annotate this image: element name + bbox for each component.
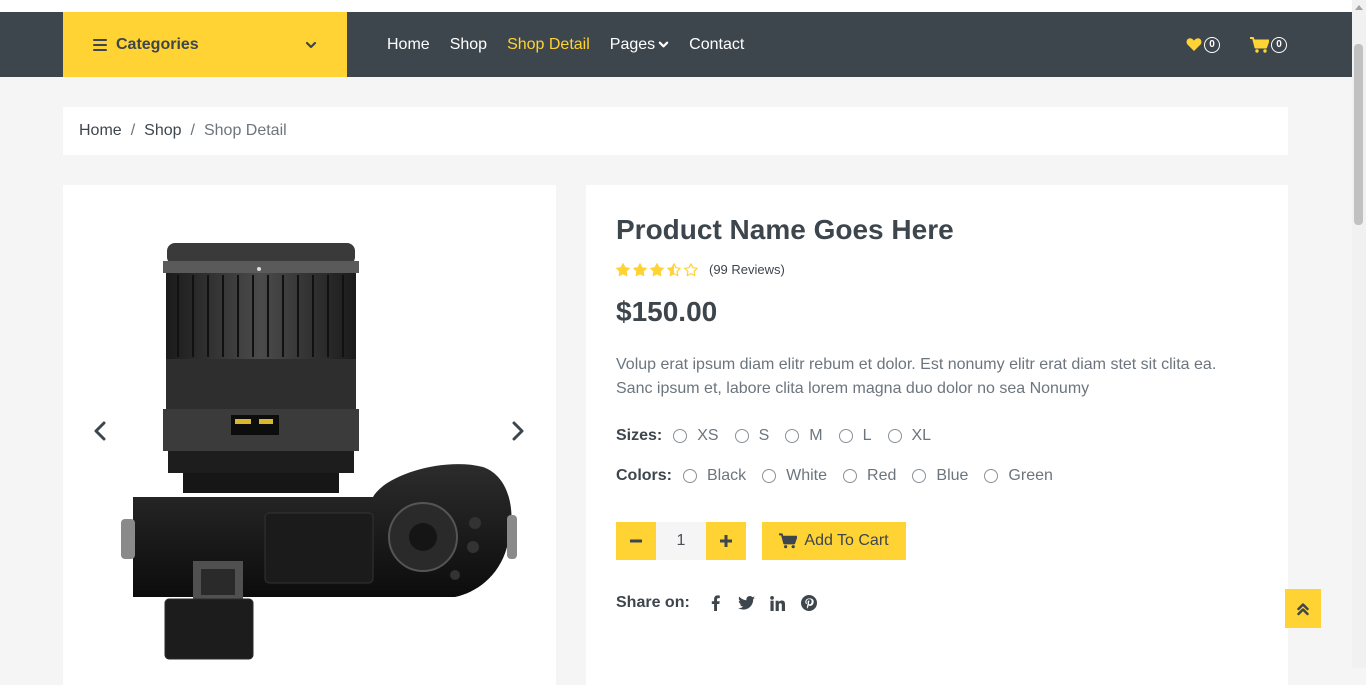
radio-button[interactable] <box>912 469 927 483</box>
linkedin-icon[interactable] <box>768 593 788 613</box>
color-option-blue[interactable]: Blue <box>912 467 968 485</box>
menu-bars-icon <box>93 38 107 51</box>
nav-contact[interactable]: Contact <box>689 36 744 54</box>
product-camera-image <box>121 243 517 660</box>
star-empty-icon <box>684 262 698 276</box>
size-option-l[interactable]: L <box>838 427 872 445</box>
sizes-label: Sizes: <box>616 427 663 444</box>
star-full-icon <box>650 262 664 276</box>
cart-count-badge: 0 <box>1271 36 1287 53</box>
review-count: (99 Reviews) <box>709 262 785 277</box>
radio-button[interactable] <box>887 429 902 443</box>
star-full-icon <box>633 262 647 276</box>
colors-label: Colors: <box>616 467 672 484</box>
breadcrumb-current: Shop Detail <box>203 122 287 139</box>
nav-shop-detail[interactable]: Shop Detail <box>507 36 590 54</box>
product-title: Product Name Goes Here <box>616 214 954 245</box>
size-option-label: XL <box>911 427 932 444</box>
color-option-black[interactable]: Black <box>683 467 746 485</box>
color-option-label: White <box>786 467 828 484</box>
radio-button[interactable] <box>673 429 688 443</box>
star-full-icon <box>616 262 630 276</box>
radio-button[interactable] <box>762 469 777 483</box>
main-nav: Home Shop Shop Detail Pages Contact <box>387 12 764 77</box>
wishlist-button[interactable]: 0 <box>1186 36 1220 53</box>
star-half-icon <box>667 262 681 276</box>
radio-button[interactable] <box>838 429 853 443</box>
chevron-down-icon <box>305 41 317 48</box>
radio-button[interactable] <box>683 469 697 483</box>
pinterest-icon[interactable] <box>799 593 819 613</box>
quantity-increase-button[interactable] <box>706 522 746 560</box>
double-chevron-up-icon <box>1297 602 1309 615</box>
shopping-cart-icon <box>779 533 798 549</box>
shopping-cart-icon <box>1250 36 1269 53</box>
add-to-cart-label: Add To Cart <box>804 532 889 549</box>
nav-pages[interactable]: Pages <box>610 36 669 54</box>
header-icons: 0 0 <box>1186 12 1287 77</box>
add-to-cart-button[interactable]: Add To Cart <box>762 522 906 560</box>
colors-row: Colors: Black White Red Blue Green <box>616 467 1069 485</box>
quantity-decrease-button[interactable] <box>616 522 656 560</box>
breadcrumb-home[interactable]: Home <box>79 122 122 140</box>
twitter-icon[interactable] <box>737 593 757 613</box>
product-description: Volup erat ipsum diam elitr rebum et dol… <box>616 356 1217 397</box>
chevron-down-icon <box>658 41 669 48</box>
share-label: Share on: <box>616 594 690 611</box>
product-rating: (99 Reviews) <box>616 262 785 277</box>
scroll-up-arrow-icon[interactable] <box>1352 0 1366 14</box>
color-option-label: Red <box>867 467 897 484</box>
wishlist-count-badge: 0 <box>1204 36 1220 53</box>
breadcrumb-separator: / <box>190 122 195 139</box>
back-to-top-button[interactable] <box>1285 589 1321 628</box>
product-image-card <box>63 185 556 685</box>
breadcrumb-separator: / <box>130 122 136 139</box>
radio-button[interactable] <box>734 429 749 443</box>
color-option-white[interactable]: White <box>762 467 827 485</box>
facebook-icon[interactable] <box>706 593 726 613</box>
breadcrumb: Home / Shop / Shop Detail <box>63 107 1288 155</box>
chevron-left-icon <box>94 421 106 441</box>
scrollbar-thumb[interactable] <box>1354 44 1363 225</box>
nav-pages-label: Pages <box>609 35 656 53</box>
size-option-label: S <box>758 427 770 444</box>
radio-button[interactable] <box>984 469 999 483</box>
breadcrumb-shop[interactable]: Shop <box>144 122 181 140</box>
radio-button[interactable] <box>785 429 800 443</box>
chevron-right-icon <box>512 421 524 441</box>
color-option-label: Black <box>707 467 747 484</box>
carousel-prev-button[interactable] <box>90 417 110 445</box>
product-price: $150.00 <box>616 296 718 327</box>
top-strip <box>0 0 1352 12</box>
categories-label: Categories <box>116 35 199 53</box>
plus-icon <box>720 535 732 547</box>
carousel-next-button[interactable] <box>508 417 528 445</box>
nav-home[interactable]: Home <box>387 36 430 54</box>
size-option-label: XS <box>697 427 719 444</box>
categories-toggle-button[interactable]: Categories <box>63 12 347 77</box>
color-option-red[interactable]: Red <box>843 467 896 485</box>
size-option-m[interactable]: M <box>785 427 823 445</box>
size-option-xs[interactable]: XS <box>673 427 719 445</box>
color-option-label: Blue <box>936 467 969 484</box>
nav-shop[interactable]: Shop <box>450 36 487 54</box>
size-option-s[interactable]: S <box>734 427 770 445</box>
radio-button[interactable] <box>843 469 858 483</box>
rating-stars <box>616 262 701 277</box>
quantity-stepper <box>616 522 746 560</box>
share-row: Share on: <box>616 593 830 613</box>
sizes-row: Sizes: XS S M L XL <box>616 427 947 445</box>
cart-button[interactable]: 0 <box>1250 36 1287 53</box>
color-option-label: Green <box>1008 467 1053 484</box>
color-option-green[interactable]: Green <box>984 467 1053 485</box>
heart-icon <box>1186 38 1202 51</box>
size-option-label: M <box>809 427 823 444</box>
quantity-input[interactable] <box>656 522 706 560</box>
size-option-label: L <box>862 427 872 444</box>
minus-icon <box>630 539 642 543</box>
size-option-xl[interactable]: XL <box>887 427 932 445</box>
